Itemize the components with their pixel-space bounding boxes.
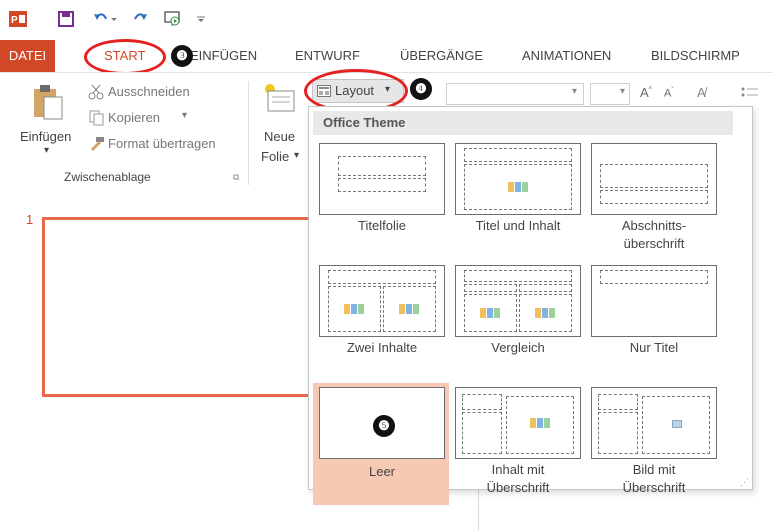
gallery-header: Office Theme (313, 111, 733, 135)
layout-abschnittsueberschrift[interactable]: Abschnitts- überschrift (589, 141, 719, 261)
slide-number: 1 (26, 212, 34, 227)
layout-bild-mit-ueberschrift[interactable]: Bild mit Überschrift (589, 385, 719, 505)
title-placeholder (338, 156, 426, 176)
layout-preview (319, 265, 445, 337)
scissors-icon (88, 83, 106, 101)
tab-einfuegen[interactable]: EINFÜGEN (190, 40, 257, 72)
slide-thumbnail[interactable] (42, 217, 342, 397)
layout-preview (591, 143, 717, 215)
content-icons (480, 308, 502, 318)
title-placeholder (598, 394, 638, 410)
layout-zwei-inhalte[interactable]: Zwei Inhalte (317, 263, 447, 383)
tab-animationen[interactable]: ANIMATIONEN (522, 40, 611, 72)
picture-icon (672, 420, 682, 428)
redo-icon[interactable] (130, 8, 150, 30)
layout-caption: Leer (368, 464, 396, 479)
step-5-badge: ❺ (373, 415, 395, 437)
content-icons (530, 418, 552, 428)
tab-uebergaenge[interactable]: ÜBERGÄNGE (400, 40, 483, 72)
resize-grip-icon[interactable]: ⋰ (740, 477, 749, 487)
quick-access-toolbar: P (0, 0, 773, 40)
save-icon[interactable] (56, 8, 76, 30)
format-painter-icon (88, 135, 106, 153)
layout-preview (455, 143, 581, 215)
text-placeholder (598, 412, 638, 454)
content-icons (508, 182, 530, 192)
customize-qat-icon[interactable] (194, 8, 208, 30)
title-placeholder (464, 148, 572, 162)
new-slide-label-2[interactable]: Folie (261, 149, 289, 164)
copy-dropdown-icon[interactable]: ▾ (182, 110, 187, 121)
format-painter-button[interactable]: Format übertragen (108, 136, 216, 151)
layout-caption: Abschnitts- überschrift (621, 218, 687, 251)
layout-preview (455, 265, 581, 337)
powerpoint-icon[interactable]: P (8, 8, 28, 30)
heading-left-placeholder (464, 284, 517, 292)
content-icons (344, 304, 366, 314)
subtitle-placeholder (338, 178, 426, 192)
grow-font-icon[interactable]: A^ (640, 85, 652, 100)
layout-preview (455, 387, 581, 459)
paste-icon[interactable] (30, 83, 66, 121)
font-name-select[interactable]: ▾ (446, 83, 584, 105)
new-slide-icon[interactable] (262, 83, 296, 113)
start-from-beginning-icon[interactable] (162, 8, 184, 30)
paste-dropdown-icon[interactable]: ▾ (44, 145, 49, 156)
text-placeholder (462, 412, 502, 454)
clipboard-launcher-icon[interactable]: ⧉ (233, 172, 239, 183)
layout-vergleich[interactable]: Vergleich (453, 263, 583, 383)
step-4-badge: ❹ (410, 78, 432, 100)
layout-leer[interactable]: ❺ Leer (313, 383, 449, 505)
svg-text:P: P (11, 15, 18, 26)
paste-button[interactable]: Einfügen (20, 129, 71, 144)
title-placeholder (600, 270, 708, 284)
layout-preview (591, 265, 717, 337)
layout-caption: Nur Titel (629, 340, 679, 355)
title-placeholder (462, 394, 502, 410)
layout-preview (591, 387, 717, 459)
text-placeholder (600, 190, 708, 204)
copy-button[interactable]: Kopieren (108, 110, 160, 125)
heading-right-placeholder (519, 284, 572, 292)
content-icons (535, 308, 557, 318)
clear-formatting-icon[interactable]: A̸ (697, 85, 706, 100)
new-slide-label-1[interactable]: Neue (264, 129, 295, 144)
tab-datei[interactable]: DATEI (0, 40, 55, 72)
tab-entwurf[interactable]: ENTWURF (295, 40, 360, 72)
bullets-icon[interactable] (740, 85, 760, 103)
start-highlight-ring (84, 39, 166, 75)
layout-caption: Zwei Inhalte (346, 340, 418, 355)
title-placeholder (328, 270, 436, 284)
layout-caption: Titelfolie (358, 218, 406, 233)
title-placeholder (600, 164, 708, 188)
layout-titel-und-inhalt[interactable]: Titel und Inhalt (453, 141, 583, 261)
clipboard-group-label: Zwischenablage (64, 170, 151, 184)
layout-titelfolie[interactable]: Titelfolie (317, 141, 447, 261)
tab-bildschirmpraesentation[interactable]: BILDSCHIRMP (651, 40, 740, 72)
layout-caption: Inhalt mit Überschrift (486, 462, 550, 495)
layout-caption: Bild mit Überschrift (622, 462, 686, 495)
layout-inhalt-mit-ueberschrift[interactable]: Inhalt mit Überschrift (453, 385, 583, 505)
content-icons (399, 304, 421, 314)
group-divider (248, 81, 249, 185)
layout-caption: Vergleich (491, 340, 545, 355)
title-placeholder (464, 270, 572, 282)
new-slide-dropdown-icon[interactable]: ▾ (294, 150, 299, 161)
font-size-select[interactable]: ▾ (590, 83, 630, 105)
ribbon-tabs: DATEI START EINFÜGEN ENTWURF ÜBERGÄNGE A… (0, 39, 773, 75)
copy-icon (88, 109, 106, 127)
layout-nur-titel[interactable]: Nur Titel (589, 263, 719, 383)
shrink-font-icon[interactable]: Aˇ (664, 87, 674, 100)
layout-gallery: Office Theme Titelfolie Titel und Inhalt… (308, 106, 753, 505)
font-size-dropdown-icon[interactable]: ▾ (620, 86, 625, 97)
undo-icon[interactable] (92, 8, 118, 30)
layout-preview (319, 143, 445, 215)
layout-caption: Titel und Inhalt (475, 218, 561, 233)
cut-button[interactable]: Ausschneiden (108, 84, 190, 99)
step-3-badge: ❸ (171, 45, 193, 67)
font-name-dropdown-icon[interactable]: ▾ (572, 86, 577, 97)
